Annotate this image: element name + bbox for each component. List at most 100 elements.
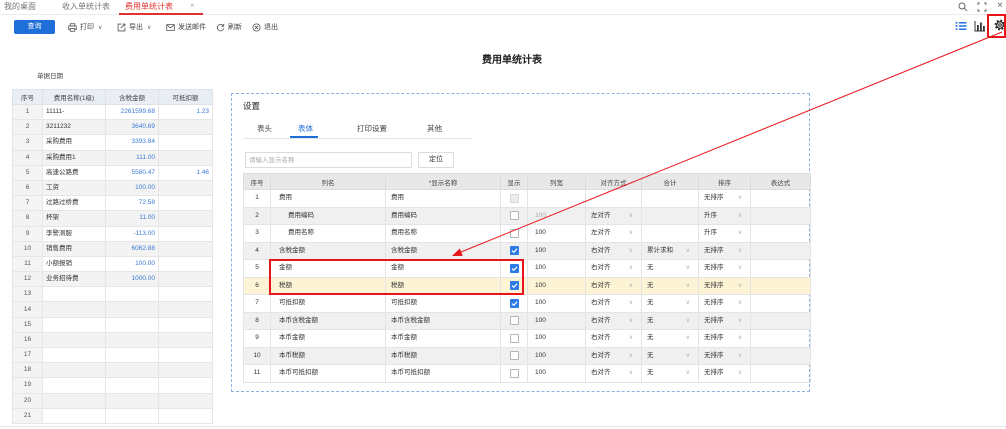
show-checkbox[interactable] (509, 368, 519, 378)
alignment-select[interactable]: 左对齐 ∨ (585, 224, 642, 243)
show-checkbox[interactable] (509, 228, 519, 238)
column-width-cell[interactable]: 100 (527, 311, 586, 330)
tab-my-desktop[interactable]: 我的桌面 (4, 2, 36, 12)
table-row[interactable]: 5 高速公路费 5580.47 1.46 (12, 164, 213, 181)
header-deductible-amount[interactable]: 可抵扣额 (158, 89, 213, 105)
show-checkbox[interactable] (509, 333, 519, 343)
expression-cell[interactable] (750, 346, 811, 365)
table-row[interactable]: 8 杯架 11.00 (12, 210, 213, 227)
expression-cell[interactable] (750, 206, 811, 225)
column-width-cell[interactable]: 100 (527, 276, 586, 295)
sort-select[interactable]: 无排序 ∨ (698, 241, 751, 260)
column-width-cell[interactable]: 100 (527, 346, 586, 365)
sort-select[interactable]: 无排序 ∨ (698, 259, 751, 278)
table-row[interactable]: 13 (12, 286, 213, 303)
sum-select[interactable]: 无 ∨ (641, 259, 699, 278)
sum-select[interactable]: 无 ∨ (641, 329, 699, 348)
alignment-select[interactable]: 右对齐 ∨ (585, 311, 642, 330)
display-name-cell[interactable]: 本币金额 (385, 329, 501, 348)
show-checkbox[interactable] (509, 246, 519, 256)
expression-cell[interactable] (750, 241, 811, 260)
display-name-cell[interactable]: 费用 (385, 189, 501, 208)
close-icon[interactable]: × (997, 0, 1003, 12)
table-row[interactable]: 18 (12, 362, 213, 379)
list-view-icon[interactable] (955, 20, 967, 32)
sort-select[interactable]: 无排序 ∨ (698, 294, 751, 313)
table-row[interactable]: 4 采购费用1 111.00 (12, 149, 213, 166)
sort-select[interactable]: 无排序 ∨ (698, 276, 751, 295)
refresh-button[interactable]: 刷新 (216, 21, 242, 33)
sort-select[interactable]: 升序 ∨ (698, 224, 751, 243)
table-row[interactable]: 17 (12, 346, 213, 364)
table-row[interactable]: 7 过路过桥费 72.58 (12, 195, 213, 212)
table-row[interactable]: 6 工资 100.00 (12, 179, 213, 197)
header-seq[interactable]: 序号 (12, 89, 43, 105)
sum-select[interactable]: 无 ∨ (641, 364, 699, 383)
column-width-cell[interactable]: 100 (527, 294, 586, 313)
show-checkbox[interactable] (509, 316, 519, 326)
tab-header-settings[interactable]: 表头 (257, 124, 272, 134)
table-row[interactable]: 1 11111- 2261599.68 1.23 (12, 103, 213, 121)
sum-select[interactable] (641, 189, 699, 208)
sort-select[interactable]: 无排序 ∨ (698, 189, 751, 208)
alignment-select[interactable] (585, 189, 642, 208)
query-button[interactable]: 查询 (14, 20, 55, 34)
sort-select[interactable]: 无排序 ∨ (698, 311, 751, 330)
table-row[interactable]: 2 3211232 3640.69 (12, 119, 213, 136)
header-fee-name[interactable]: 费用名称(1级) (42, 89, 106, 105)
show-checkbox[interactable] (509, 298, 519, 308)
table-row[interactable]: 9 李警测服 -113.00 (12, 225, 213, 242)
column-width-cell[interactable] (527, 189, 586, 208)
table-row[interactable]: 21 (12, 407, 213, 424)
expression-cell[interactable] (750, 189, 811, 208)
header-tax-included-amount[interactable]: 含税金额 (105, 89, 159, 105)
display-name-cell[interactable]: 本币税额 (385, 346, 501, 365)
show-checkbox[interactable] (509, 211, 519, 221)
bar-chart-icon[interactable] (974, 20, 986, 32)
expression-cell[interactable] (750, 259, 811, 278)
column-width-cell[interactable]: 100 (527, 206, 586, 225)
table-row[interactable]: 20 (12, 392, 213, 409)
tab-other-settings[interactable]: 其他 (427, 124, 442, 134)
locate-button[interactable]: 定位 (418, 152, 454, 168)
alignment-select[interactable]: 右对齐 ∨ (585, 276, 642, 295)
search-icon[interactable] (958, 2, 968, 12)
table-row[interactable]: 15 (12, 316, 213, 333)
expression-cell[interactable] (750, 364, 811, 383)
expression-cell[interactable] (750, 329, 811, 348)
column-width-cell[interactable]: 100 (527, 241, 586, 260)
alignment-select[interactable]: 右对齐 ∨ (585, 241, 642, 260)
maximize-icon[interactable] (977, 2, 987, 12)
export-button[interactable]: 导出 ∨ (117, 21, 151, 33)
alignment-select[interactable]: 右对齐 ∨ (585, 294, 642, 313)
table-row[interactable]: 12 业务招待费 1000.00 (12, 271, 213, 288)
column-width-cell[interactable]: 100 (527, 224, 586, 243)
exit-button[interactable]: 退出 (252, 21, 278, 33)
column-width-cell[interactable]: 100 (527, 364, 586, 383)
alignment-select[interactable]: 右对齐 ∨ (585, 329, 642, 348)
table-row[interactable]: 3 采购费用 3393.84 (12, 134, 213, 151)
alignment-select[interactable]: 右对齐 ∨ (585, 259, 642, 278)
send-email-button[interactable]: 发送邮件 (166, 21, 206, 33)
table-row[interactable]: 11 小额报销 100.00 (12, 255, 213, 273)
print-button[interactable]: 打印 ∨ (68, 21, 102, 33)
display-name-cell[interactable]: 含税金额 (385, 241, 501, 260)
settings-row[interactable]: 11 本币可抵扣额 本币可抵扣额 100 右对齐 ∨ 无 ∨ 无排序 ∨ (243, 364, 811, 383)
settings-row[interactable]: 10 本币税额 本币税额 100 右对齐 ∨ 无 ∨ 无排序 ∨ (243, 346, 811, 365)
show-checkbox[interactable] (509, 351, 519, 361)
tab-body-settings[interactable]: 表体 (298, 124, 313, 134)
tab-print-settings[interactable]: 打印设置 (357, 124, 387, 134)
alignment-select[interactable]: 左对齐 ∨ (585, 206, 642, 225)
sort-select[interactable]: 升序 ∨ (698, 206, 751, 225)
tab-expense-report[interactable]: 费用单统计表 (125, 2, 173, 12)
display-name-cell[interactable]: 费用编码 (385, 206, 501, 225)
tab-income-report[interactable]: 收入单统计表 (62, 2, 110, 12)
sort-select[interactable]: 无排序 ∨ (698, 364, 751, 383)
sum-select[interactable] (641, 206, 699, 225)
expression-cell[interactable] (750, 224, 811, 243)
table-row[interactable]: 19 (12, 377, 213, 394)
settings-row[interactable]: 9 本币金额 本币金额 100 右对齐 ∨ 无 ∨ 无排序 ∨ (243, 329, 811, 348)
table-row[interactable]: 10 销售费用 6062.88 (12, 240, 213, 257)
sum-select[interactable]: 累计求和 ∨ (641, 241, 699, 260)
settings-row[interactable]: 3 费用名称 费用名称 100 左对齐 ∨ 升序 ∨ (243, 224, 811, 243)
